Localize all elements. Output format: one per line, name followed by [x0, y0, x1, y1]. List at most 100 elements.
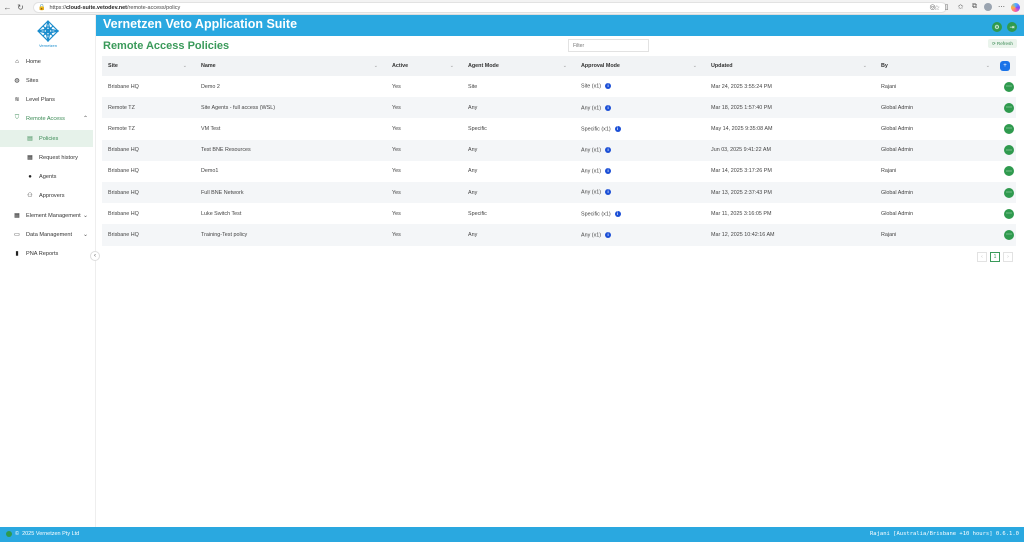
refresh-button[interactable]: ⟳ Refresh	[988, 39, 1017, 48]
chevron-up-icon: ⌃	[82, 116, 88, 122]
table-body: Brisbane HQ Demo 2 Yes Site Site (x1) i M…	[102, 76, 1016, 246]
cell-updated: May 14, 2025 9:35:08 AM	[711, 125, 773, 132]
sidebar-item-sites[interactable]: ◍ Sites	[0, 72, 96, 89]
row-actions-button[interactable]: ⋯	[1004, 208, 1014, 219]
split-screen-icon[interactable]: ▯	[942, 2, 951, 12]
sidebar-item-label: Element Management	[26, 212, 81, 219]
info-icon[interactable]: i	[614, 210, 621, 217]
cell-actions: ⋯	[998, 224, 1016, 246]
table-row[interactable]: Brisbane HQ Training-Test policy Yes Any…	[102, 224, 1016, 246]
cell-name: Luke Switch Test	[201, 210, 242, 217]
sort-icon[interactable]: ⌄	[450, 63, 454, 69]
table-row[interactable]: Brisbane HQ Test BNE Resources Yes Any A…	[102, 139, 1016, 161]
sort-icon[interactable]: ⌄	[693, 63, 697, 69]
sort-icon[interactable]: ⌄	[563, 63, 567, 69]
table-row[interactable]: Brisbane HQ Demo1 Yes Any Any (x1) i Mar …	[102, 161, 1016, 182]
refresh-label: Refresh	[996, 41, 1013, 46]
more-menu-icon[interactable]: ⋯	[997, 2, 1006, 12]
grid-icon: ▦	[14, 213, 20, 219]
column-header-by[interactable]: By ⌄	[875, 56, 998, 76]
copilot-icon[interactable]	[1011, 2, 1020, 12]
sidebar-item-data-management[interactable]: ▭ Data Management ⌄	[0, 226, 96, 243]
favorites-icon[interactable]: ✩	[956, 2, 965, 12]
address-bar[interactable]: 🔒 https://cloud-suite.vetodev.net/remote…	[33, 2, 947, 13]
row-actions-button[interactable]: ⋯	[1004, 229, 1014, 240]
cell-active: Yes	[386, 139, 462, 161]
sidebar-item-request-history[interactable]: ▦ Request history	[0, 149, 93, 166]
footer-copyright: 2025 Vernetzen Pty Ltd	[22, 531, 80, 537]
info-icon[interactable]: i	[605, 189, 612, 196]
approval-mode-text: Any (x1)	[581, 147, 602, 154]
sidebar-item-policies[interactable]: ▤ Policies	[0, 130, 93, 147]
cell-name: Demo1	[201, 168, 219, 175]
url-scheme: https://	[49, 4, 66, 11]
refresh-icon: ⟳	[992, 40, 996, 46]
row-actions-button[interactable]: ⋯	[1004, 102, 1014, 113]
row-actions-button[interactable]: ⋯	[1004, 166, 1014, 177]
column-header-updated[interactable]: Updated ⌄	[705, 56, 875, 76]
collections-icon[interactable]: ⧉	[970, 2, 979, 12]
table-row[interactable]: Brisbane HQ Luke Switch Test Yes Specifi…	[102, 203, 1016, 224]
page-number-button[interactable]: 1	[990, 252, 1000, 262]
profile-avatar[interactable]	[984, 3, 992, 11]
row-actions-button[interactable]: ⋯	[1004, 145, 1014, 156]
table-row[interactable]: Brisbane HQ Full BNE Network Yes Any Any…	[102, 181, 1016, 204]
sort-icon[interactable]: ⌄	[183, 63, 187, 69]
info-icon[interactable]: i	[605, 231, 612, 238]
info-icon[interactable]: i	[605, 146, 612, 153]
logo[interactable]: Vernetzen	[36, 20, 60, 50]
table-row[interactable]: Brisbane HQ Demo 2 Yes Site Site (x1) i M…	[102, 76, 1016, 97]
row-actions-button[interactable]: ⋯	[1004, 123, 1014, 134]
sort-icon[interactable]: ⌄	[863, 63, 867, 69]
cell-site: Brisbane HQ	[108, 83, 139, 90]
column-header-site[interactable]: Site ⌄	[102, 56, 195, 76]
logout-icon[interactable]: ⇥	[1007, 22, 1017, 32]
cell-agent-mode: Specific	[468, 125, 487, 132]
pagination: ‹ 1 ›	[977, 252, 1013, 262]
sidebar-item-approvers[interactable]: ⚇ Approvers	[0, 187, 93, 204]
column-header-name[interactable]: Name ⌄	[195, 56, 386, 76]
filter-input[interactable]	[568, 39, 649, 52]
info-icon[interactable]: i	[605, 168, 612, 175]
info-icon[interactable]: i	[605, 104, 612, 111]
sidebar-item-level-plans[interactable]: ≋ Level Plans	[0, 91, 96, 108]
settings-gear-icon[interactable]: ⚙	[992, 22, 1002, 32]
column-header-agent-mode[interactable]: Agent Mode ⌄	[462, 56, 575, 76]
next-page-button[interactable]: ›	[1003, 252, 1013, 262]
column-header-label: Agent Mode	[468, 63, 499, 69]
cell-by: Global Admin	[875, 97, 998, 119]
cell-site: Brisbane HQ	[102, 181, 195, 204]
cell-actions: ⋯	[998, 181, 1016, 204]
cell-by: Global Admin	[881, 125, 914, 132]
sort-icon[interactable]: ⌄	[374, 63, 378, 69]
prev-page-button[interactable]: ‹	[977, 252, 987, 262]
sidebar-item-home[interactable]: ⌂ Home	[0, 53, 96, 70]
cell-active: Yes	[392, 125, 401, 132]
sidebar-item-element-management[interactable]: ▦ Element Management ⌄	[0, 207, 96, 224]
cell-agent-mode: Any	[462, 224, 575, 246]
cell-by: Rajani	[875, 224, 998, 246]
back-icon[interactable]: ←	[2, 2, 13, 13]
collapse-sidebar-button[interactable]: ‹	[90, 251, 100, 261]
sort-icon[interactable]: ⌄	[986, 63, 990, 69]
info-icon[interactable]: i	[614, 125, 621, 132]
extensions-icon[interactable]: ◎	[928, 2, 937, 12]
sidebar-item-pna-reports[interactable]: ▮ PNA Reports	[0, 245, 96, 262]
page-title: Remote Access Policies	[103, 40, 230, 52]
column-header-active[interactable]: Active ⌄	[386, 56, 462, 76]
cell-site: Brisbane HQ	[108, 168, 139, 175]
cell-agent-mode: Any	[462, 139, 575, 161]
cell-updated: Mar 24, 2025 3:55:24 PM	[711, 83, 772, 90]
add-policy-button[interactable]: +	[1000, 61, 1010, 71]
cell-approval-mode: Specific (x1) i	[575, 203, 705, 224]
sidebar-item-remote-access[interactable]: ⛉ Remote Access ⌃	[0, 110, 96, 127]
row-actions-button[interactable]: ⋯	[1004, 81, 1014, 92]
sidebar-item-agents[interactable]: ● Agents	[0, 168, 93, 185]
table-row[interactable]: Remote TZ VM Test Yes Specific Specific …	[102, 118, 1016, 139]
table-row[interactable]: Remote TZ Site Agents - full access (WSL…	[102, 97, 1016, 119]
info-icon[interactable]: i	[605, 83, 612, 90]
sidebar-item-label: Request history	[39, 154, 78, 161]
reload-icon[interactable]: ↻	[15, 2, 26, 13]
row-actions-button[interactable]: ⋯	[1004, 187, 1014, 198]
column-header-approval-mode[interactable]: Approval Mode ⌄	[575, 56, 705, 76]
